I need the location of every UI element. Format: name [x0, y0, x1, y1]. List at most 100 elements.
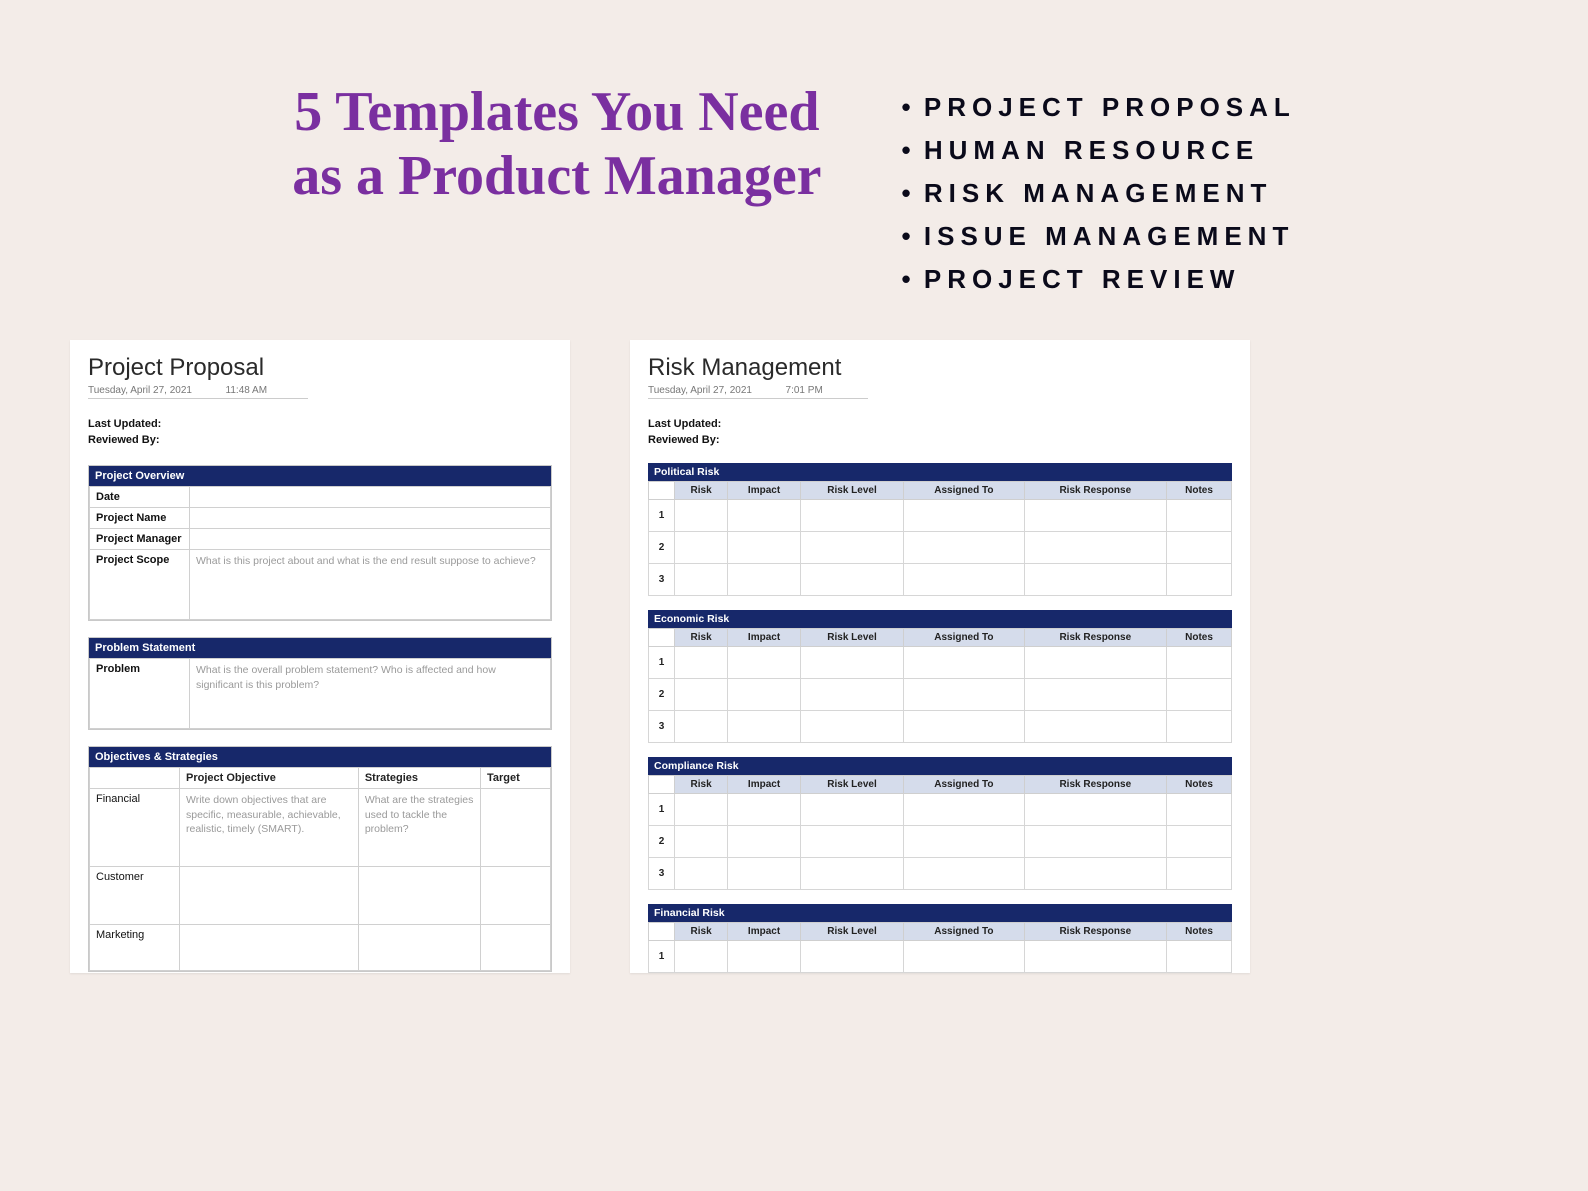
hero-banner: 5 Templates You Need as a Product Manage… [0, 0, 1588, 340]
bullet-item: HUMAN RESOURCE [902, 129, 1296, 172]
section-heading: Problem Statement [89, 638, 551, 658]
bullet-item: PROJECT PROPOSAL [902, 86, 1296, 129]
doc-time: 11:48 AM [226, 385, 268, 396]
risk-cell [1024, 711, 1166, 743]
table-row: Marketing [90, 925, 551, 971]
problem-table: Problem What is the overall problem stat… [89, 658, 551, 729]
risk-cell [1024, 500, 1166, 532]
risk-cell [800, 647, 903, 679]
col-header: Notes [1167, 923, 1232, 941]
risk-cell [728, 647, 801, 679]
doc-risk-management: Risk Management Tuesday, April 27, 2021 … [630, 340, 1250, 973]
risk-cell [675, 564, 728, 596]
risk-cell [728, 564, 801, 596]
risk-cell [904, 794, 1024, 826]
risk-cell [904, 500, 1024, 532]
col-header: Risk [675, 776, 728, 794]
risk-cell [728, 941, 801, 973]
doc-meta-fields: Last Updated: Reviewed By: [88, 417, 552, 449]
placeholder-text: Write down objectives that are specific,… [186, 794, 341, 834]
reviewed-by-label: Reviewed By: [88, 433, 552, 449]
bullet-item: RISK MANAGEMENT [902, 172, 1296, 215]
col-header: Impact [728, 923, 801, 941]
col-header: Assigned To [904, 776, 1024, 794]
page-title: 5 Templates You Need as a Product Manage… [292, 80, 821, 209]
table-header-row: RiskImpactRisk LevelAssigned ToRisk Resp… [649, 629, 1232, 647]
col-header: Risk [675, 629, 728, 647]
document-previews: Project Proposal Tuesday, April 27, 2021… [0, 340, 1588, 973]
row-strategies [358, 867, 480, 925]
title-line2: as a Product Manager [292, 145, 821, 207]
row-category: Customer [90, 867, 180, 925]
col-header: Project Objective [180, 768, 359, 789]
section-heading: Objectives & Strategies [89, 747, 551, 767]
doc-time: 7:01 PM [786, 385, 823, 396]
risk-cell [675, 826, 728, 858]
risk-cell [675, 679, 728, 711]
section-project-overview: Project Overview Date Project Name Proje… [88, 465, 552, 621]
col-header: Risk Response [1024, 923, 1166, 941]
risk-cell [1167, 679, 1232, 711]
risk-section-title: Compliance Risk [648, 757, 1232, 775]
row-number: 2 [649, 679, 675, 711]
title-line1: 5 Templates You Need [294, 81, 819, 143]
risk-cell [904, 647, 1024, 679]
col-header: Risk [675, 923, 728, 941]
col-header: Target [481, 768, 551, 789]
col-header [90, 768, 180, 789]
placeholder-text: What are the strategies used to tackle t… [365, 794, 474, 834]
row-strategies: What are the strategies used to tackle t… [358, 789, 480, 867]
table-row: Problem What is the overall problem stat… [90, 659, 551, 729]
row-value [190, 508, 551, 529]
risk-cell [728, 679, 801, 711]
doc-meta-fields: Last Updated: Reviewed By: [648, 417, 1232, 449]
risk-cell [675, 711, 728, 743]
doc-datetime: Tuesday, April 27, 2021 7:01 PM [648, 385, 868, 399]
risk-table: RiskImpactRisk LevelAssigned ToRisk Resp… [648, 481, 1232, 596]
risk-cell [1024, 679, 1166, 711]
col-header: Risk Level [800, 629, 903, 647]
col-header: Notes [1167, 629, 1232, 647]
risk-cell [1024, 858, 1166, 890]
table-row: 1 [649, 500, 1232, 532]
row-objective [180, 925, 359, 971]
doc-title: Risk Management [648, 354, 1232, 382]
overview-table: Date Project Name Project Manager Projec… [89, 486, 551, 620]
risk-cell [728, 858, 801, 890]
col-header [649, 776, 675, 794]
risk-section: Financial RiskRiskImpactRisk LevelAssign… [648, 904, 1232, 973]
row-number: 1 [649, 941, 675, 973]
risk-cell [800, 941, 903, 973]
risk-cell [1024, 532, 1166, 564]
risk-cell [728, 532, 801, 564]
risk-cell [904, 826, 1024, 858]
risk-cell [800, 564, 903, 596]
doc-datetime: Tuesday, April 27, 2021 11:48 AM [88, 385, 308, 399]
table-row: 1 [649, 794, 1232, 826]
col-header: Impact [728, 482, 801, 500]
row-target [481, 789, 551, 867]
col-header: Risk Level [800, 482, 903, 500]
risk-section: Economic RiskRiskImpactRisk LevelAssigne… [648, 610, 1232, 743]
table-header-row: RiskImpactRisk LevelAssigned ToRisk Resp… [649, 776, 1232, 794]
risk-cell [800, 532, 903, 564]
risk-cell [1167, 794, 1232, 826]
col-header: Assigned To [904, 923, 1024, 941]
col-header: Notes [1167, 776, 1232, 794]
row-objective [180, 867, 359, 925]
risk-cell [1167, 941, 1232, 973]
table-row: Customer [90, 867, 551, 925]
bullet-item: PROJECT REVIEW [902, 258, 1296, 301]
risk-cell [800, 500, 903, 532]
col-header [649, 482, 675, 500]
row-label: Problem [90, 659, 190, 729]
table-row: Date [90, 487, 551, 508]
section-objectives: Objectives & Strategies Project Objectiv… [88, 746, 552, 972]
bullet-item: ISSUE MANAGEMENT [902, 215, 1296, 258]
table-row: Project Name [90, 508, 551, 529]
row-value: What is this project about and what is t… [190, 550, 551, 620]
doc-project-proposal: Project Proposal Tuesday, April 27, 2021… [70, 340, 570, 973]
risk-cell [1167, 858, 1232, 890]
row-value [190, 529, 551, 550]
risk-cell [1024, 941, 1166, 973]
